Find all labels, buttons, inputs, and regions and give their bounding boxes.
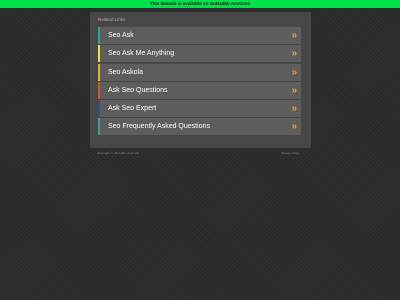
link-accent-bar [98, 81, 100, 99]
related-link-label: Seo Askola [108, 68, 144, 76]
double-chevron-right-icon: » [291, 66, 297, 78]
link-accent-bar [98, 27, 100, 44]
page: { "banner": { "text": "This domain is av… [0, 0, 400, 300]
link-accent-bar [98, 45, 100, 63]
double-chevron-right-icon: » [291, 48, 297, 60]
related-link-label: Ask Seo Questions [108, 86, 168, 94]
related-links-panel: Related Links Seo Ask » Seo Ask Me Anyth… [90, 12, 311, 148]
related-link-label: Ask Seo Expert [108, 105, 157, 113]
double-chevron-right-icon: » [291, 84, 297, 96]
related-link-seo-ask[interactable]: Seo Ask » [98, 27, 301, 44]
related-link-label: Seo Ask [108, 32, 134, 39]
related-link-ask-seo-questions[interactable]: Ask Seo Questions » [98, 81, 301, 99]
link-accent-bar [98, 118, 100, 136]
double-chevron-right-icon: » [291, 103, 297, 115]
double-chevron-right-icon: » [291, 30, 297, 41]
related-link-seo-askola[interactable]: Seo Askola » [98, 63, 301, 81]
link-accent-bar [98, 100, 100, 118]
link-accent-bar [98, 63, 100, 81]
related-link-label: Seo Frequently Asked Questions [108, 123, 210, 131]
related-link-ask-seo-expert[interactable]: Ask Seo Expert » [98, 100, 301, 118]
related-link-seo-ask-me-anything[interactable]: Seo Ask Me Anything » [98, 45, 301, 63]
double-chevron-right-icon: » [291, 121, 297, 133]
copyright-text: Copyright ©. All rights reserved. [97, 151, 140, 155]
related-links-heading: Related Links [98, 17, 126, 22]
domain-available-banner[interactable]: This domain is available on GoDaddy Auct… [0, 0, 400, 8]
privacy-policy-link[interactable]: Privacy Policy [281, 151, 300, 155]
related-link-seo-frequently-asked-questions[interactable]: Seo Frequently Asked Questions » [98, 118, 301, 136]
related-link-label: Seo Ask Me Anything [108, 50, 175, 58]
related-links-list: Seo Ask » Seo Ask Me Anything » Seo Asko… [98, 27, 301, 137]
